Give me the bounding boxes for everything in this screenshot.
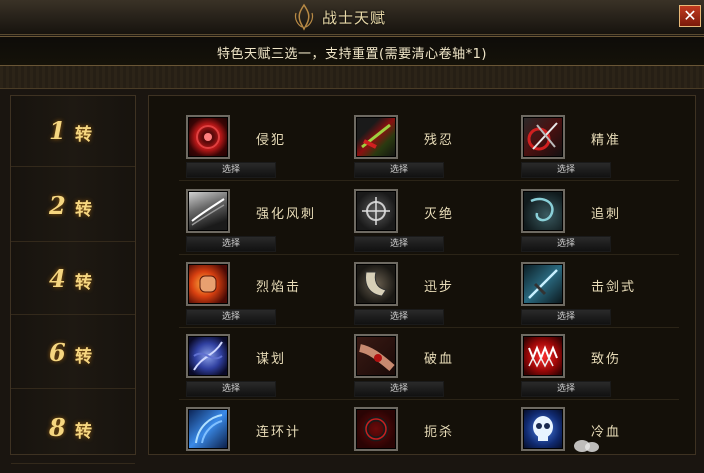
tier-row: 4 转 bbox=[11, 244, 135, 315]
tier-unit: 转 bbox=[75, 200, 92, 220]
skill-option: 致伤 选择 bbox=[521, 334, 691, 400]
skill-name: 强化风刺 bbox=[256, 207, 317, 222]
info-banner: 特色天赋三选一，支持重置(需要清心卷轴*1) bbox=[0, 36, 704, 66]
skill-name: 破血 bbox=[424, 352, 455, 367]
skill-name: 连环计 bbox=[256, 425, 302, 440]
select-button[interactable]: 选择 bbox=[186, 162, 276, 178]
bloody-blade-icon[interactable] bbox=[354, 115, 398, 159]
select-button[interactable]: 选择 bbox=[354, 236, 444, 252]
skill-name: 精准 bbox=[591, 133, 622, 148]
fanged-maw-icon[interactable] bbox=[521, 334, 565, 378]
select-button[interactable]: 选择 bbox=[186, 381, 276, 397]
claw-boot-icon[interactable] bbox=[354, 262, 398, 306]
tier-unit: 转 bbox=[75, 125, 92, 145]
select-button[interactable]: 选择 bbox=[521, 309, 611, 325]
skill-name: 追刺 bbox=[591, 207, 622, 222]
select-button[interactable]: 选择 bbox=[521, 236, 611, 252]
skill-option: 迅步 选择 bbox=[354, 262, 524, 328]
banner-text: 特色天赋三选一，支持重置(需要清心卷轴*1) bbox=[217, 47, 487, 62]
skill-option: 强化风刺 选择 bbox=[186, 189, 356, 255]
flaming-fist-icon[interactable] bbox=[186, 262, 230, 306]
select-button[interactable]: 选择 bbox=[354, 381, 444, 397]
select-button[interactable]: 选择 bbox=[354, 162, 444, 178]
blue-sword-icon[interactable] bbox=[521, 262, 565, 306]
skill-name: 烈焰击 bbox=[256, 280, 302, 295]
emblem-icon bbox=[294, 3, 314, 31]
skill-option: 侵犯 选择 bbox=[186, 115, 356, 181]
tier-row: 2 转 bbox=[11, 171, 135, 242]
tier-column: 1 转 2 转 4 转 6 转 8 转 bbox=[10, 95, 136, 464]
select-button[interactable]: 选择 bbox=[354, 309, 444, 325]
bleeding-arm-icon[interactable] bbox=[354, 334, 398, 378]
skill-option: 连环计 bbox=[186, 407, 356, 473]
skill-name: 侵犯 bbox=[256, 133, 287, 148]
red-ring-icon[interactable] bbox=[354, 407, 398, 451]
red-orb-icon[interactable] bbox=[186, 115, 230, 159]
skill-option: 精准 选择 bbox=[521, 115, 691, 181]
skill-option: 追刺 选择 bbox=[521, 189, 691, 255]
blue-vortex-icon[interactable] bbox=[186, 334, 230, 378]
watermark-icon bbox=[574, 440, 599, 452]
skill-option: 冷血 bbox=[521, 407, 691, 473]
tier-number: 6 bbox=[49, 338, 66, 367]
tier-row: 1 转 bbox=[11, 96, 135, 167]
tier-number: 4 bbox=[49, 264, 66, 293]
crosshair-icon[interactable] bbox=[354, 189, 398, 233]
skill-option: 破血 选择 bbox=[354, 334, 524, 400]
skill-name: 扼杀 bbox=[424, 425, 455, 440]
tier-row: 8 转 bbox=[11, 393, 135, 464]
select-button[interactable]: 选择 bbox=[521, 381, 611, 397]
crossed-swords-icon[interactable] bbox=[521, 115, 565, 159]
skill-option: 谋划 选择 bbox=[186, 334, 356, 400]
skill-option: 击剑式 选择 bbox=[521, 262, 691, 328]
skill-option: 灭绝 选择 bbox=[354, 189, 524, 255]
skill-name: 迅步 bbox=[424, 280, 455, 295]
skill-option: 扼杀 bbox=[354, 407, 524, 473]
skill-name: 谋划 bbox=[256, 352, 287, 367]
ice-skull-icon[interactable] bbox=[521, 407, 565, 451]
tier-unit: 转 bbox=[75, 273, 92, 293]
skill-name: 灭绝 bbox=[424, 207, 455, 222]
skill-name: 致伤 bbox=[591, 352, 622, 367]
tier-number: 2 bbox=[49, 191, 66, 220]
select-button[interactable]: 选择 bbox=[186, 236, 276, 252]
close-button[interactable]: ✕ bbox=[679, 5, 701, 27]
tier-unit: 转 bbox=[75, 422, 92, 442]
skill-name: 残忍 bbox=[424, 133, 455, 148]
skill-option: 烈焰击 选择 bbox=[186, 262, 356, 328]
select-button[interactable]: 选择 bbox=[186, 309, 276, 325]
title-bar: 战士天赋 ✕ bbox=[0, 0, 704, 35]
tier-number: 8 bbox=[49, 413, 66, 442]
decorative-band bbox=[0, 66, 704, 89]
dark-whirl-icon[interactable] bbox=[521, 189, 565, 233]
tier-row: 6 转 bbox=[11, 318, 135, 389]
wind-slash-icon[interactable] bbox=[186, 189, 230, 233]
skill-option: 残忍 选择 bbox=[354, 115, 524, 181]
skill-panel: 侵犯 选择 残忍 选择 精准 选择 强化风刺 选择 灭绝 选择 追刺 选择 烈焰… bbox=[148, 95, 696, 455]
window-title: 战士天赋 bbox=[322, 9, 387, 27]
tier-number: 1 bbox=[49, 116, 66, 145]
tier-unit: 转 bbox=[75, 347, 92, 367]
blue-arcs-icon[interactable] bbox=[186, 407, 230, 451]
skill-name: 击剑式 bbox=[591, 280, 637, 295]
select-button[interactable]: 选择 bbox=[521, 162, 611, 178]
